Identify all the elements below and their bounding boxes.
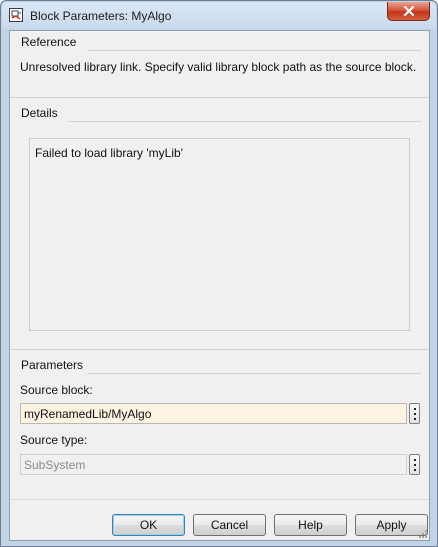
button-bar-divider <box>10 499 429 500</box>
reference-divider <box>88 50 421 51</box>
vertical-ellipsis-icon <box>413 458 416 471</box>
details-panel: Failed to load library 'myLib' <box>29 138 410 331</box>
dialog-window: Block Parameters: MyAlgo Reference Unres… <box>0 0 438 547</box>
parameters-divider <box>88 373 421 374</box>
close-button[interactable] <box>387 2 430 21</box>
simulink-block-icon <box>9 8 23 22</box>
source-type-label: Source type: <box>20 433 88 447</box>
window-title: Block Parameters: MyAlgo <box>30 9 172 23</box>
dialog-content: Reference Unresolved library link. Speci… <box>9 30 430 541</box>
reference-message: Unresolved library link. Specify valid l… <box>20 60 417 74</box>
parameters-top-divider <box>10 349 429 350</box>
reference-heading: Reference <box>21 35 77 49</box>
ok-button[interactable]: OK <box>112 514 185 536</box>
parameters-heading: Parameters <box>21 358 84 372</box>
cancel-button[interactable]: Cancel <box>193 514 266 536</box>
source-block-browse-button[interactable] <box>409 403 420 424</box>
details-message: Failed to load library 'myLib' <box>35 146 183 160</box>
vertical-ellipsis-icon <box>413 407 416 420</box>
help-button[interactable]: Help <box>274 514 347 536</box>
resize-grip-icon[interactable] <box>418 529 428 539</box>
close-icon <box>403 6 414 16</box>
source-type-input: SubSystem <box>20 454 407 475</box>
source-type-browse-button[interactable] <box>409 454 420 475</box>
reference-bottom-divider <box>10 97 429 98</box>
details-divider <box>68 121 421 122</box>
source-block-label: Source block: <box>20 383 93 397</box>
title-bar[interactable]: Block Parameters: MyAlgo <box>2 2 436 29</box>
source-block-input[interactable]: myRenamedLib/MyAlgo <box>20 403 407 424</box>
details-heading: Details <box>21 106 58 120</box>
